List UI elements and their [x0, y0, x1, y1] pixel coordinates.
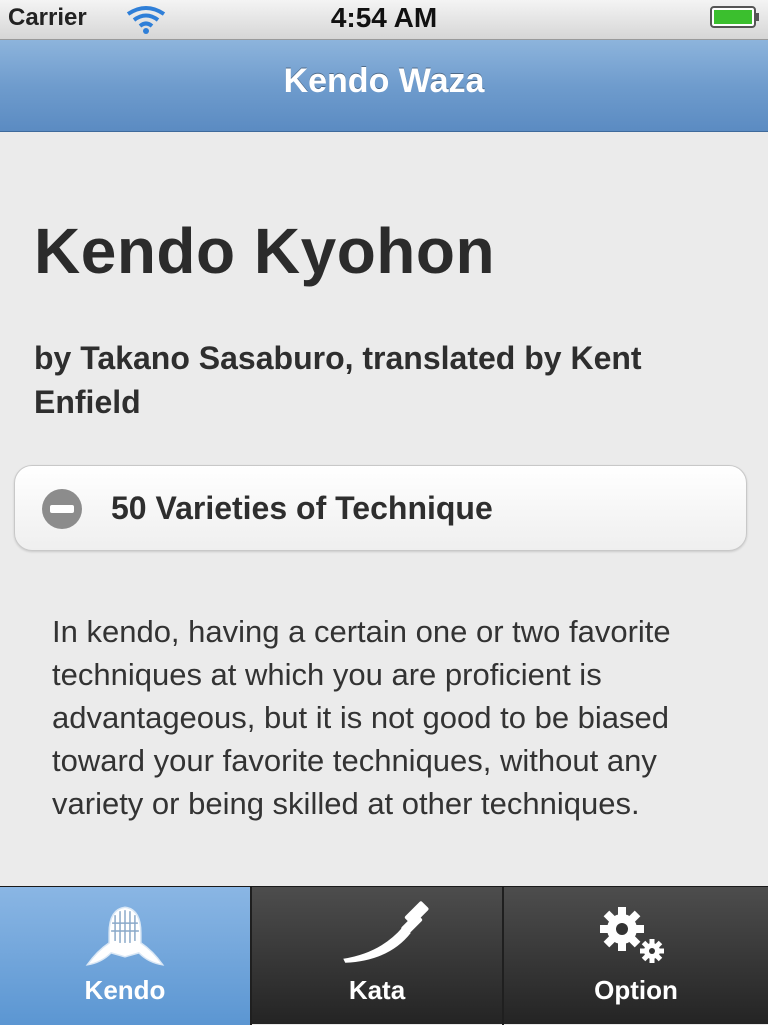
tab-kata[interactable]: Kata [252, 887, 504, 1025]
collapsible-header[interactable]: 50 Varieties of Technique [14, 465, 747, 551]
battery-icon [710, 6, 759, 28]
byline: by Takano Sasaburo, translated by Kent E… [34, 340, 642, 420]
minus-circle-icon [42, 489, 82, 529]
status-bar: Carrier 4:54 AM [0, 0, 768, 40]
tab-label-option: Option [594, 975, 678, 1005]
nav-title: Kendo Waza [283, 62, 485, 100]
body-paragraph: In kendo, having a certain one or two fa… [52, 614, 671, 821]
tab-option[interactable]: Option [504, 887, 768, 1025]
kendo-mask-icon [85, 906, 165, 966]
tab-kendo[interactable]: Kendo [0, 887, 252, 1025]
clock: 4:54 AM [330, 2, 438, 33]
page-title: Kendo Kyohon [34, 215, 496, 287]
content-area[interactable]: Kendo Kyohon by Takano Sasaburo, transla… [0, 132, 768, 886]
tab-label-kata: Kata [348, 975, 406, 1005]
tab-label-kendo: Kendo [84, 975, 166, 1005]
navigation-bar: Kendo Waza [0, 40, 768, 132]
gear-icon [600, 907, 664, 963]
tab-bar: Kendo Kata Option [0, 886, 768, 1025]
sword-icon [343, 901, 429, 963]
collapsible-label: 50 Varieties of Technique [111, 490, 493, 526]
